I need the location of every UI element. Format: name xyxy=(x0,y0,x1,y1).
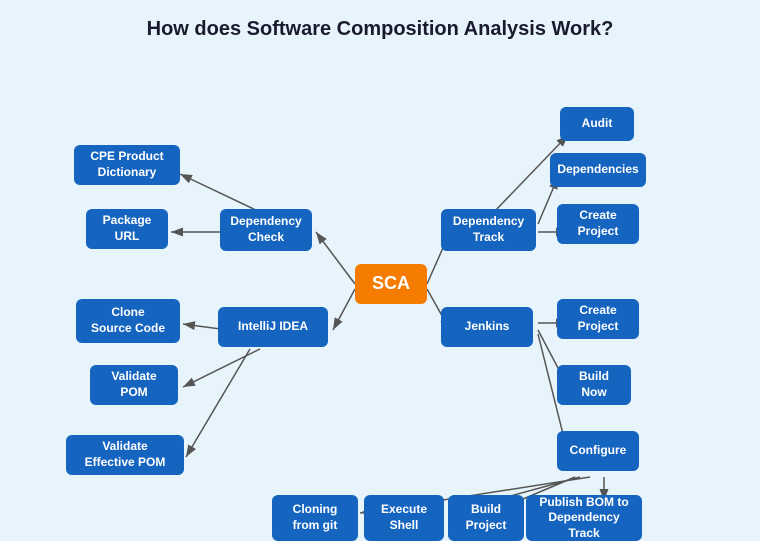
diagram: SCA DependencyCheck DependencyTrack CPE … xyxy=(0,49,760,539)
dependency-check-box: DependencyCheck xyxy=(220,209,312,251)
validate-effective-pom-box: ValidateEffective POM xyxy=(66,435,184,475)
sca-box: SCA xyxy=(355,264,427,304)
create-project-jenkins-box: CreateProject xyxy=(557,299,639,339)
audit-box: Audit xyxy=(560,107,634,141)
build-now-box: BuildNow xyxy=(557,365,631,405)
dependencies-box: Dependencies xyxy=(550,153,646,187)
create-project-top-box: CreateProject xyxy=(557,204,639,244)
dependency-track-box: DependencyTrack xyxy=(441,209,536,251)
clone-source-box: CloneSource Code xyxy=(76,299,180,343)
publish-bom-box: Publish BOM toDependency Track xyxy=(526,495,642,541)
configure-box: Configure xyxy=(557,431,639,471)
cloning-git-box: Cloningfrom git xyxy=(272,495,358,541)
validate-pom-box: ValidatePOM xyxy=(90,365,178,405)
package-url-box: PackageURL xyxy=(86,209,168,249)
cpe-product-box: CPE ProductDictionary xyxy=(74,145,180,185)
intellij-box: IntelliJ IDEA xyxy=(218,307,328,347)
build-project-box: BuildProject xyxy=(448,495,524,541)
page-title: How does Software Composition Analysis W… xyxy=(0,0,760,49)
jenkins-box: Jenkins xyxy=(441,307,533,347)
execute-shell-box: ExecuteShell xyxy=(364,495,444,541)
